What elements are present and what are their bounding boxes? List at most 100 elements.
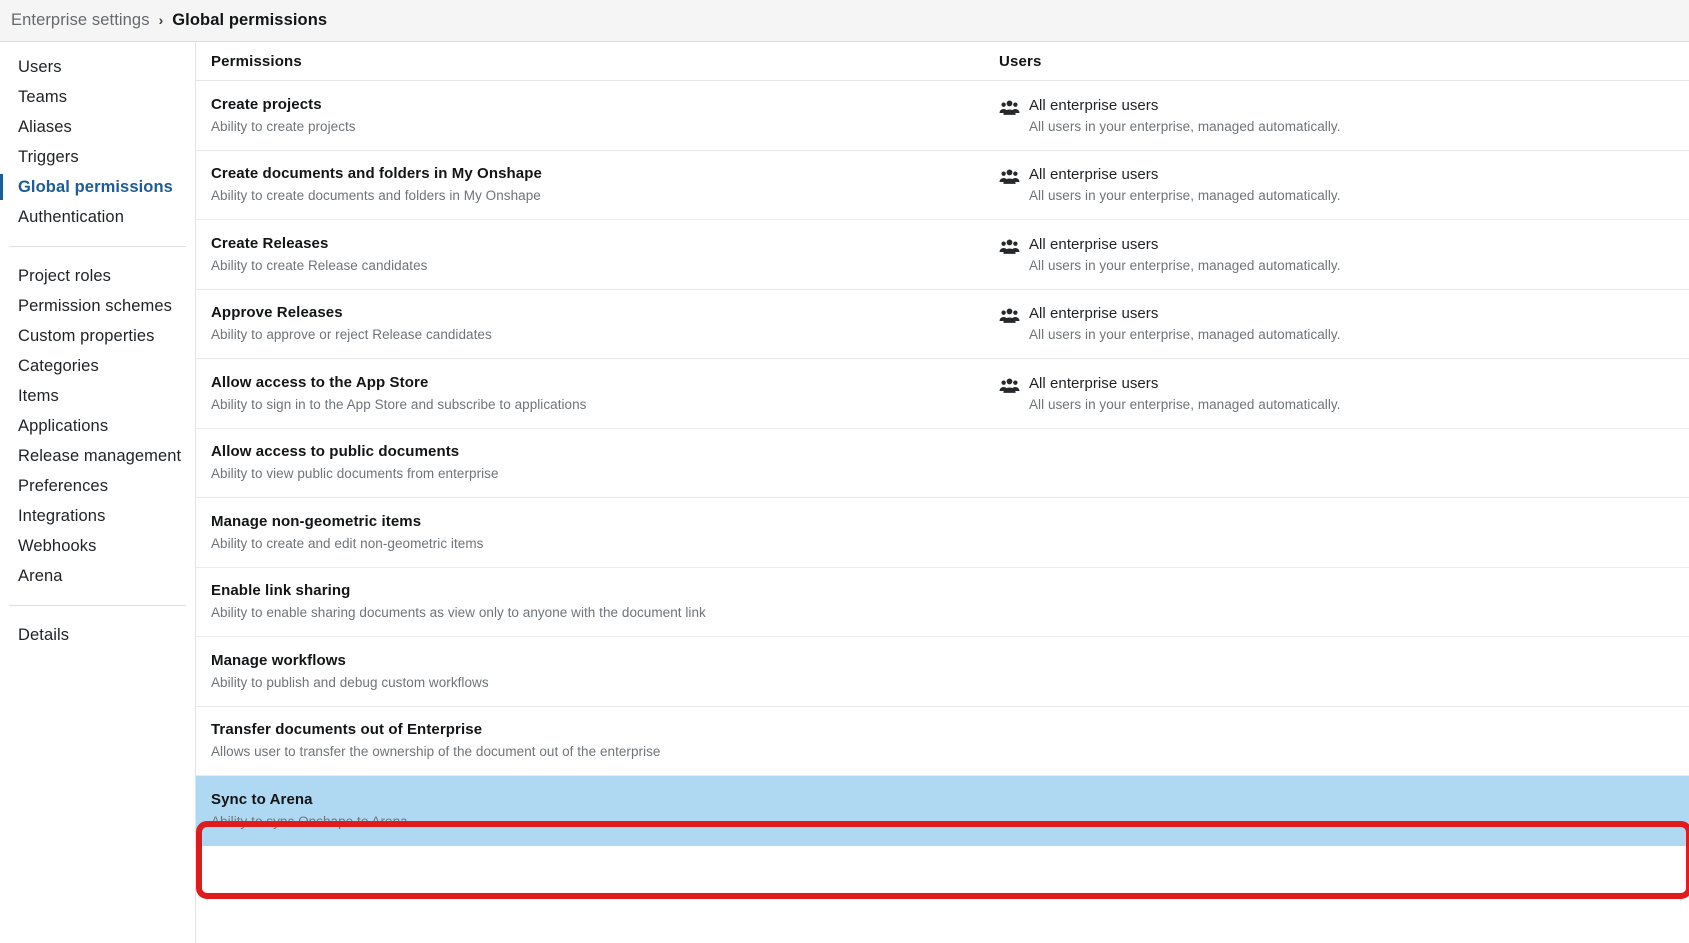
sidebar-item-arena[interactable]: Arena: [0, 561, 195, 591]
user-group-name[interactable]: All enterprise users: [1029, 235, 1341, 255]
table-row[interactable]: Create projects Ability to create project…: [196, 81, 1689, 151]
user-group-text: All enterprise usersAll users in your en…: [1029, 304, 1341, 344]
sidebar-item-integrations[interactable]: Integrations: [0, 501, 195, 531]
users-cell: [999, 532, 1689, 533]
sidebar-group-enterprise: UsersTeams Aliases Triggers Global permissi…: [0, 52, 195, 232]
user-group-text: All enterprise usersAll users in your en…: [1029, 165, 1341, 205]
breadcrumb-parent-link[interactable]: Enterprise settings: [11, 11, 150, 30]
permissions-table-body: Create projects Ability to create project…: [196, 81, 1689, 846]
sidebar-item-global-permissions[interactable]: Global permissions: [0, 172, 195, 202]
people-group-icon: [999, 237, 1020, 258]
sidebar-item-permission-schemes[interactable]: Permission schemes: [0, 291, 195, 321]
sidebar-item-users[interactable]: Users: [0, 52, 195, 82]
permission-cell: Enable link sharing Ability to enable sha…: [211, 581, 999, 622]
sidebar-item-label: Preferences: [18, 477, 108, 496]
user-group-name[interactable]: All enterprise users: [1029, 96, 1341, 116]
sidebar-item-label: Applications: [18, 417, 108, 436]
user-group-name[interactable]: All enterprise users: [1029, 374, 1341, 394]
sidebar-item-label: Global permissions: [18, 178, 173, 197]
user-group-name[interactable]: All enterprise users: [1029, 304, 1341, 324]
sidebar-nav: UsersTeams Aliases Triggers Global permissi…: [0, 42, 196, 943]
sidebar-item-applications[interactable]: Applications: [0, 411, 195, 441]
sidebar-item-teams[interactable]: Teams: [0, 82, 195, 112]
user-group-description: All users in your enterprise, managed au…: [1029, 186, 1341, 205]
permission-title: Manage workflows: [211, 651, 999, 671]
users-cell: All enterprise usersAll users in your en…: [999, 303, 1689, 344]
sidebar-item-label: Aliases: [18, 118, 72, 137]
table-row[interactable]: Manage workflowsAbility to publish and d…: [196, 637, 1689, 707]
sidebar-item-custom-properties[interactable]: Custom properties: [0, 321, 195, 351]
users-cell: [999, 810, 1689, 811]
permission-title: Manage non-geometric items: [211, 512, 999, 532]
users-cell: [999, 671, 1689, 672]
table-row[interactable]: Sync to ArenaAbility to sync Onshape to …: [196, 776, 1689, 846]
user-group-description: All users in your enterprise, managed au…: [1029, 117, 1341, 136]
sidebar-item-label: Integrations: [18, 507, 105, 526]
sidebar-item-release-management[interactable]: Release management: [0, 441, 195, 471]
permission-description: Ability to create Release candidates: [211, 256, 999, 275]
permission-cell: Approve ReleasesAbility to approve or re…: [211, 303, 999, 344]
sidebar-item-project-roles[interactable]: Project roles: [0, 261, 195, 291]
permission-cell: Create ReleasesAbility to create Release…: [211, 234, 999, 275]
sidebar-item-triggers[interactable]: Triggers: [0, 142, 195, 172]
sidebar-item-label: Release management: [18, 447, 181, 466]
permission-title: Approve Releases: [211, 303, 999, 323]
permission-description: Ability to create documents and folders …: [211, 186, 999, 205]
permission-description: Ability to create and edit non-geometric…: [211, 534, 999, 553]
table-row[interactable]: Approve ReleasesAbility to approve or re…: [196, 290, 1689, 360]
users-cell: [999, 601, 1689, 602]
permission-cell: Manage non-geometric items Ability to cre…: [211, 512, 999, 553]
permission-description: Ability to view public documents from en…: [211, 464, 999, 483]
permission-title: Enable link sharing: [211, 581, 999, 601]
table-row[interactable]: Allow access to public documents Ability …: [196, 429, 1689, 499]
people-group-icon: [999, 306, 1020, 327]
sidebar-item-label: Webhooks: [18, 537, 96, 556]
permission-description: Allows user to transfer the ownership of…: [211, 742, 999, 761]
user-group-text: All enterprise usersAll users in your en…: [1029, 374, 1341, 414]
user-group-text: All enterprise usersAll users in your en…: [1029, 96, 1341, 136]
people-group-icon: [999, 98, 1020, 119]
sidebar-item-authentication[interactable]: Authentication: [0, 202, 195, 232]
permission-title: Allow access to public documents: [211, 442, 999, 462]
sidebar-item-items[interactable]: Items: [0, 381, 195, 411]
column-header-users: Users: [999, 53, 1689, 70]
users-cell: [999, 462, 1689, 463]
sidebar-item-preferences[interactable]: Preferences: [0, 471, 195, 501]
permission-description: Ability to sign in to the App Store and …: [211, 395, 999, 414]
sidebar-item-label: Items: [18, 387, 59, 406]
user-group-name[interactable]: All enterprise users: [1029, 165, 1341, 185]
table-row[interactable]: Allow access to the App Store Ability to …: [196, 359, 1689, 429]
permission-cell: Transfer documents out of EnterpriseAllo…: [211, 720, 999, 761]
users-cell: All enterprise usersAll users in your en…: [999, 234, 1689, 275]
sidebar-divider-2: [9, 605, 186, 606]
permission-title: Allow access to the App Store: [211, 373, 999, 393]
users-cell: [999, 740, 1689, 741]
sidebar-item-label: Authentication: [18, 208, 124, 227]
table-row[interactable]: Transfer documents out of EnterpriseAllo…: [196, 707, 1689, 777]
permission-title: Sync to Arena: [211, 790, 999, 810]
column-header-permissions: Permissions: [211, 53, 999, 70]
permission-title: Create projects: [211, 95, 999, 115]
permission-cell: Sync to ArenaAbility to sync Onshape to …: [211, 790, 999, 831]
permission-description: Ability to enable sharing documents as v…: [211, 603, 999, 622]
table-row[interactable]: Manage non-geometric items Ability to cre…: [196, 498, 1689, 568]
user-group-text: All enterprise usersAll users in your en…: [1029, 235, 1341, 275]
user-group-description: All users in your enterprise, managed au…: [1029, 395, 1341, 414]
sidebar-group-configuration: Project rolesPermission schemesCustom pr…: [0, 261, 195, 591]
sidebar-item-categories[interactable]: Categories: [0, 351, 195, 381]
permission-title: Create documents and folders in My Onsha…: [211, 164, 999, 184]
permission-cell: Create documents and folders in My Onsha…: [211, 164, 999, 205]
table-row[interactable]: Create ReleasesAbility to create Release…: [196, 220, 1689, 290]
sidebar-item-webhooks[interactable]: Webhooks: [0, 531, 195, 561]
breadcrumb: Enterprise settings › Global permissions: [0, 0, 1689, 42]
sidebar-item-aliases[interactable]: Aliases: [0, 112, 195, 142]
table-row[interactable]: Create documents and folders in My Onsha…: [196, 151, 1689, 221]
table-row[interactable]: Enable link sharing Ability to enable sha…: [196, 568, 1689, 638]
sidebar-item-label: Arena: [18, 567, 63, 586]
sidebar-item-details[interactable]: Details: [0, 620, 195, 650]
permission-cell: Allow access to public documents Ability …: [211, 442, 999, 483]
permission-description: Ability to create projects: [211, 117, 999, 136]
sidebar-item-label: Details: [18, 626, 69, 645]
table-header-row: Permissions Users: [196, 42, 1689, 81]
sidebar-item-label: Triggers: [18, 148, 79, 167]
